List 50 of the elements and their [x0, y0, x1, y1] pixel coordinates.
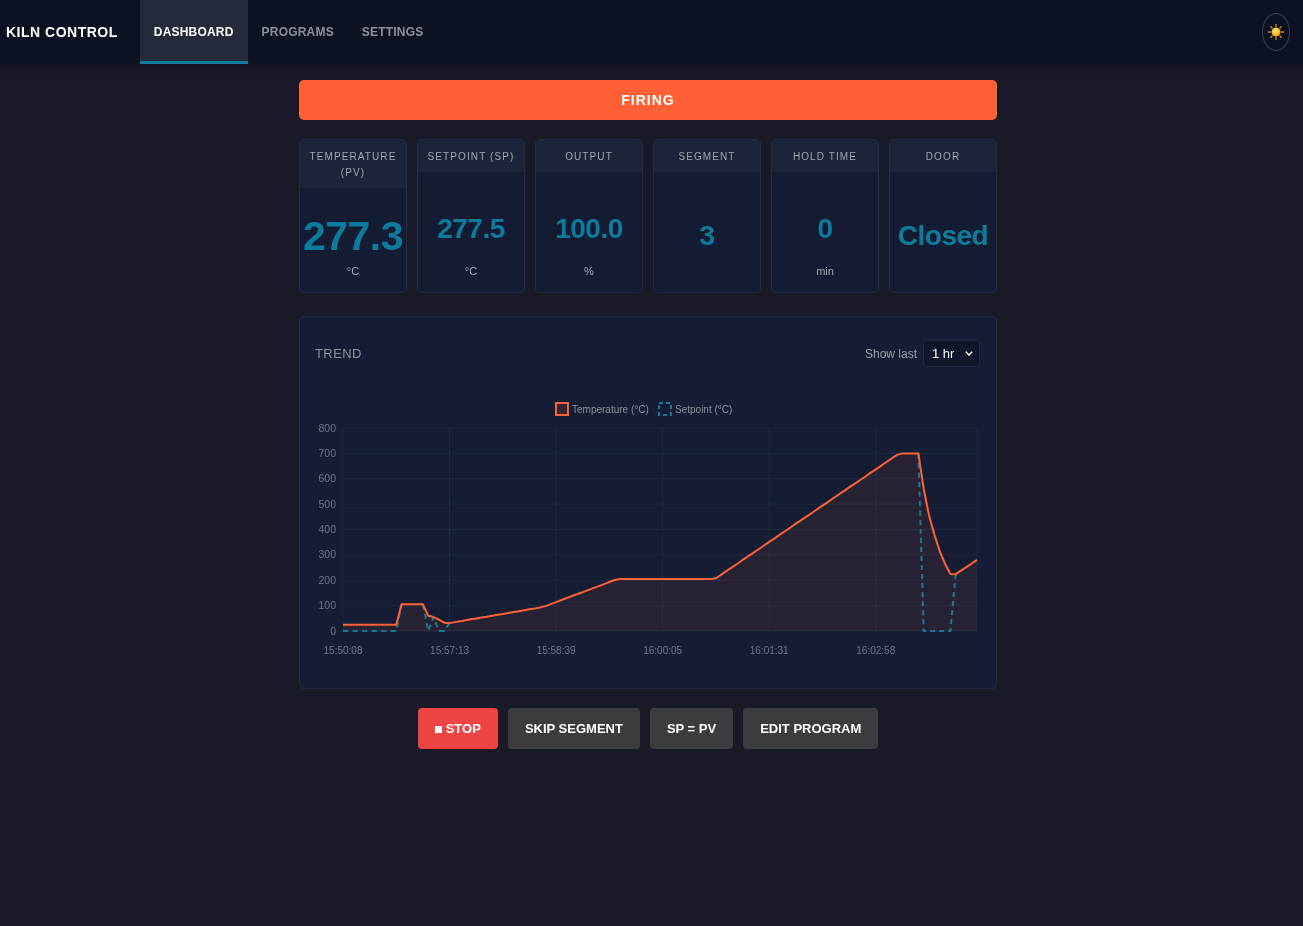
action-button[interactable]: SKIP SEGMENT: [507, 708, 640, 749]
action-button[interactable]: STOP: [417, 708, 498, 749]
axis-tick-label: 16:00:05: [643, 645, 683, 656]
legend-swatch-icon: [555, 402, 569, 416]
legend-swatch-icon: [658, 402, 672, 416]
axis-tick-label: 800: [318, 421, 336, 434]
axis-tick-label: 700: [318, 446, 336, 459]
card-value: 277.3: [302, 214, 404, 260]
nav-tab[interactable]: DASHBOARD: [139, 0, 248, 64]
card-value: Closed: [897, 220, 989, 252]
stop-icon: [434, 726, 442, 733]
axis-tick-label: 16:01:31: [749, 645, 789, 656]
card-title: SETPOINT (SP): [427, 151, 515, 162]
axis-tick-label: 15:58:39: [536, 645, 576, 656]
axis-tick-label: 15:57:13: [430, 645, 469, 656]
axis-tick-label: 15:50:08: [323, 645, 363, 656]
card-value: 100.0: [555, 213, 623, 245]
card-title: OUTPUT: [565, 151, 613, 162]
sun-icon: [1268, 24, 1284, 40]
card-unit: %: [584, 264, 594, 278]
card-unit: min: [816, 264, 834, 278]
axis-tick-label: 200: [318, 573, 336, 586]
axis-tick-label: 600: [318, 472, 336, 485]
card-unit: °C: [346, 264, 360, 278]
card-title: HOLD TIME: [792, 151, 858, 162]
legend-label[interactable]: Temperature (°C): [572, 404, 649, 415]
range-label: Show last: [864, 346, 917, 361]
status-banner: FIRING: [299, 80, 997, 120]
panel-title: TREND: [315, 346, 362, 361]
action-button[interactable]: SP = PV: [649, 708, 734, 749]
axis-tick-label: 300: [318, 548, 336, 561]
axis-tick-label: 100: [318, 599, 336, 612]
axis-tick-label: 16:02:58: [856, 645, 896, 656]
axis-tick-label: 500: [318, 497, 336, 510]
axis-tick-label: 400: [318, 523, 336, 535]
chevron-down-icon: [965, 351, 973, 356]
card-title: TEMPERATURE (PV): [309, 151, 397, 178]
range-select[interactable]: 1 hr: [923, 340, 980, 367]
app-title: KILN CONTROL: [6, 24, 118, 40]
card-value: 277.5: [437, 213, 505, 245]
nav-tab[interactable]: SETTINGS: [347, 0, 438, 64]
legend-label[interactable]: Setpoint (°C): [675, 404, 733, 415]
axis-tick-label: 0: [330, 624, 336, 637]
card-value: 0: [817, 213, 833, 245]
card-title: DOOR: [925, 151, 961, 162]
nav-tab[interactable]: PROGRAMS: [247, 0, 348, 64]
action-button[interactable]: EDIT PROGRAM: [743, 708, 879, 749]
card-unit: °C: [464, 264, 478, 278]
card-value: 3: [699, 220, 715, 252]
card-title: SEGMENT: [678, 151, 736, 162]
